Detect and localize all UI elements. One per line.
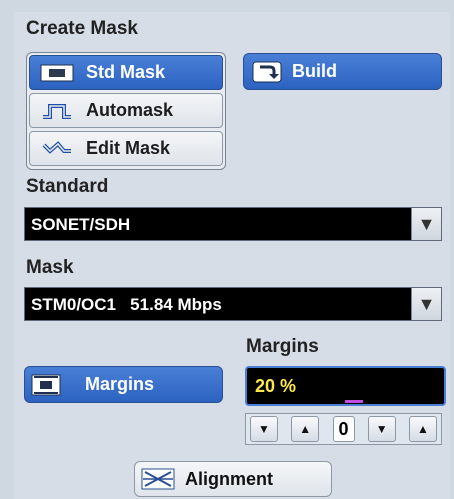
- margins-button[interactable]: Margins: [24, 366, 223, 403]
- edit-mask-label: Edit Mask: [86, 138, 171, 158]
- margins-button-label: Margins: [85, 374, 155, 394]
- margins-increase-fine-button[interactable]: ▲: [291, 416, 320, 442]
- standard-label: Standard: [26, 176, 109, 197]
- margins-icon: [31, 374, 61, 396]
- margins-stepper: ▼ ▲ 0 ▼ ▲: [245, 413, 442, 445]
- alignment-label: Alignment: [185, 468, 273, 489]
- margins-heading: Margins: [246, 336, 319, 357]
- build-icon: [252, 61, 282, 83]
- margins-marker: [345, 400, 363, 403]
- automask-icon: [38, 100, 76, 122]
- create-mask-heading: Create Mask: [26, 18, 138, 39]
- alignment-icon: [141, 468, 175, 490]
- standard-dropdown-arrow-icon[interactable]: ▼: [411, 208, 441, 240]
- mask-mode-group: Std Mask Automask Edit Mask: [26, 52, 226, 170]
- std-mask-label: Std Mask: [86, 62, 166, 82]
- mask-select[interactable]: STM0/OC1 51.84 Mbps ▼: [24, 287, 442, 321]
- margins-decrease-coarse-button[interactable]: ▼: [250, 416, 278, 442]
- standard-value: SONET/SDH: [31, 215, 131, 234]
- mask-dropdown-arrow-icon[interactable]: ▼: [411, 288, 441, 320]
- margins-value-field[interactable]: 20 %: [245, 366, 446, 406]
- automask-label: Automask: [86, 100, 174, 120]
- alignment-button[interactable]: Alignment: [134, 461, 332, 497]
- mask-label: Mask: [26, 257, 74, 278]
- standard-select[interactable]: SONET/SDH ▼: [24, 207, 442, 241]
- margins-increase-coarse-button[interactable]: ▲: [409, 416, 437, 442]
- margins-step-count: 0: [332, 416, 355, 442]
- edit-mask-icon: [38, 138, 76, 160]
- margins-value-text: 20 %: [255, 376, 297, 396]
- std-mask-icon: [38, 62, 76, 84]
- build-label: Build: [292, 61, 337, 81]
- mask-value: STM0/OC1 51.84 Mbps: [31, 295, 222, 314]
- automask-button[interactable]: Automask: [29, 93, 223, 128]
- std-mask-button[interactable]: Std Mask: [29, 55, 223, 90]
- edit-mask-button[interactable]: Edit Mask: [29, 131, 223, 166]
- margins-decrease-fine-button[interactable]: ▼: [367, 416, 396, 442]
- build-button[interactable]: Build: [243, 53, 442, 90]
